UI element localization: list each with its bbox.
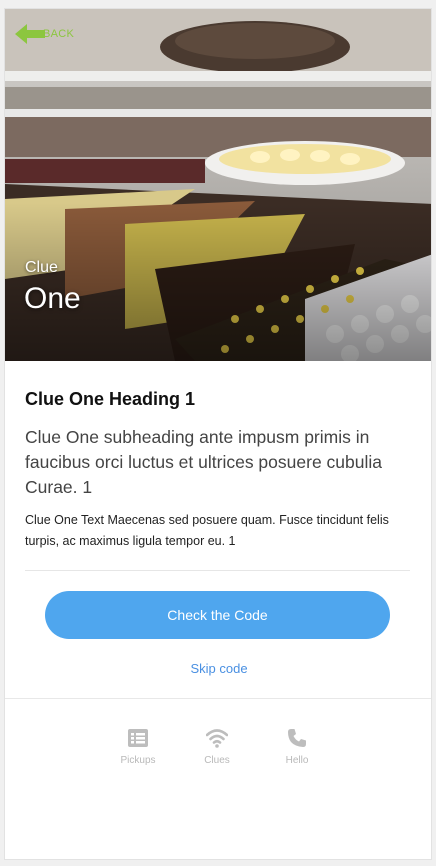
clue-subheading: Clue One subheading ante impusm primis i… bbox=[25, 427, 382, 497]
tab-hello-label: Hello bbox=[285, 755, 309, 766]
list-icon bbox=[128, 729, 148, 747]
hero-banner: BACK Clue One bbox=[5, 9, 431, 361]
clue-text: Clue One Text Maecenas sed posuere quam.… bbox=[25, 513, 389, 548]
app-screen: BACK Clue One Clue One Heading 1 Clue On… bbox=[4, 8, 432, 860]
wifi-icon bbox=[206, 729, 228, 748]
tab-hello[interactable]: Hello bbox=[262, 727, 332, 766]
skip-code-link[interactable]: Skip code bbox=[5, 661, 431, 676]
tab-clues[interactable]: Clues bbox=[182, 727, 252, 766]
tab-pickups[interactable]: Pickups bbox=[103, 727, 173, 766]
tab-pickups-label: Pickups bbox=[120, 755, 156, 766]
hero-title: One bbox=[24, 282, 81, 315]
back-button[interactable]: BACK bbox=[15, 23, 74, 45]
content-divider bbox=[25, 570, 410, 571]
tab-bar: Pickups Clues Hello bbox=[5, 727, 431, 787]
phone-icon bbox=[288, 729, 306, 747]
tab-clues-label: Clues bbox=[204, 755, 230, 766]
clue-heading: Clue One Heading 1 bbox=[25, 389, 196, 409]
check-code-button[interactable]: Check the Code bbox=[45, 591, 390, 639]
hero-kicker: Clue bbox=[25, 259, 58, 276]
footer-divider bbox=[5, 698, 431, 699]
back-label: BACK bbox=[43, 28, 75, 40]
